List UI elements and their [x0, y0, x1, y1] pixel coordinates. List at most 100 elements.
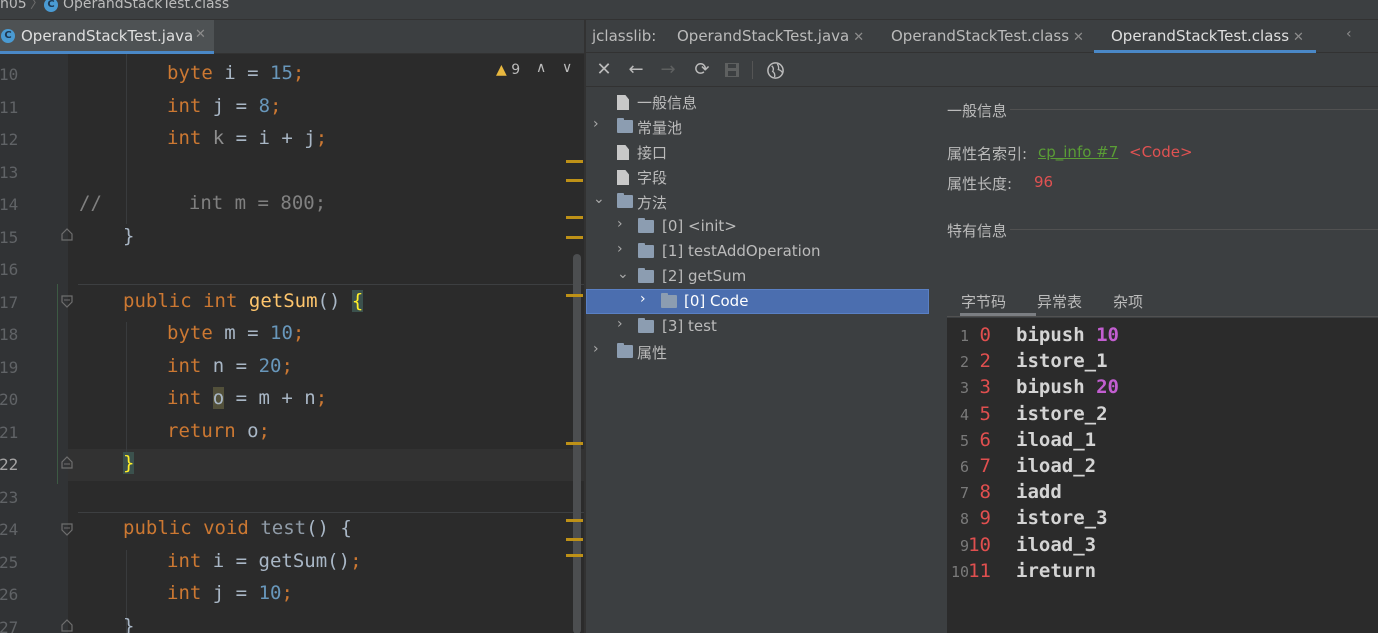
- tab-class-file-active[interactable]: OperandStackTest.class ✕: [1111, 27, 1304, 45]
- tree-node-general-info[interactable]: 一般信息: [598, 90, 928, 114]
- jclasslib-title: jclasslib:: [592, 27, 657, 45]
- bytecode-row[interactable]: 1 0 bipush 10: [947, 322, 1378, 348]
- tree-node-method-test-add-operation[interactable]: › [1] testAddOperation: [617, 240, 928, 264]
- code-line-24: public void test() {: [123, 517, 352, 539]
- bytecode-row[interactable]: 9 10 iload_3: [947, 532, 1378, 558]
- tree-node-method-test[interactable]: › [3] test: [617, 315, 928, 339]
- tree-node-method-init[interactable]: › [0] <init>: [617, 215, 928, 239]
- tree-node-label: 方法: [637, 194, 668, 212]
- close-icon[interactable]: ✕: [593, 59, 615, 81]
- bytecode-row[interactable]: 8 9 istore_3: [947, 505, 1378, 531]
- fold-start-icon[interactable]: [60, 294, 74, 308]
- keyword: int: [167, 355, 202, 377]
- bytecode-instruction: istore_1: [1016, 350, 1108, 372]
- line-number: 21: [0, 423, 19, 442]
- bytecode-row[interactable]: 3 3 bipush 20: [947, 374, 1378, 400]
- attr-length-value: 96: [1034, 173, 1054, 191]
- warning-stripe-marker[interactable]: [566, 160, 583, 163]
- tree-node-code-selected[interactable]: › [0] Code: [586, 289, 929, 314]
- expression: = getSum(): [224, 550, 351, 572]
- subtab-misc[interactable]: 杂项: [1113, 291, 1143, 312]
- tree-node-method-get-sum[interactable]: ⌄ [2] getSum: [617, 265, 928, 289]
- warning-stripe-marker[interactable]: [566, 554, 583, 557]
- chevron-up-icon[interactable]: ∧: [536, 60, 546, 76]
- warning-stripe-marker[interactable]: [566, 442, 583, 445]
- line-number: 19: [0, 358, 19, 377]
- subtab-exception-table[interactable]: 异常表: [1037, 291, 1082, 312]
- fold-end-icon[interactable]: [60, 619, 74, 633]
- refresh-icon[interactable]: ⟳: [691, 59, 713, 81]
- tab-class-file[interactable]: OperandStackTest.class ✕: [891, 27, 1084, 45]
- bytecode-row[interactable]: 10 11 ireturn: [947, 558, 1378, 584]
- bytecode-listing[interactable]: 1 0 bipush 10 2 2 istore_1 3 3 bipush 20 4 5 istore…: [947, 318, 1378, 633]
- tab-source-java[interactable]: OperandStackTest.java ✕: [677, 27, 864, 45]
- bytecode-row[interactable]: 6 7 iload_2: [947, 453, 1378, 479]
- web-globe-icon[interactable]: [766, 61, 785, 80]
- section-divider: [1010, 109, 1378, 110]
- keyword: public: [123, 517, 192, 539]
- chevron-down-icon[interactable]: ⌄: [617, 266, 631, 282]
- tab-overflow-icon[interactable]: ‹: [1346, 26, 1352, 42]
- fold-end-icon[interactable]: [60, 228, 74, 242]
- code-line-25: int i = getSum();: [167, 550, 362, 572]
- back-arrow-icon[interactable]: ←: [625, 59, 647, 81]
- chevron-right-icon[interactable]: ›: [617, 216, 631, 232]
- warning-stripe-marker[interactable]: [566, 236, 583, 239]
- keyword: return: [167, 420, 236, 442]
- breadcrumb-separator-icon: 〉: [30, 0, 44, 12]
- close-tab-icon[interactable]: ✕: [1293, 30, 1304, 45]
- tab-operand-stack-test-java[interactable]: C OperandStackTest.java ✕: [0, 20, 214, 54]
- bytecode-subtab-bar: 字节码 异常表 杂项: [947, 285, 1378, 317]
- save-icon[interactable]: [723, 61, 741, 79]
- cp-info-link[interactable]: cp_info #7: [1038, 143, 1118, 161]
- bytecode-row[interactable]: 5 6 iload_1: [947, 427, 1378, 453]
- semicolon: ;: [315, 127, 328, 149]
- line-number: 15: [0, 228, 19, 247]
- tree-node-methods[interactable]: ⌄ 方法: [593, 190, 928, 214]
- comment-marker: //: [79, 192, 102, 214]
- warning-stripe-marker[interactable]: [566, 294, 583, 297]
- breadcrumb-file[interactable]: OperandStackTest.class: [63, 0, 229, 11]
- line-number: 23: [0, 488, 19, 507]
- tree-node-label: 一般信息: [637, 94, 698, 112]
- jclasslib-tab-bar: jclasslib: OperandStackTest.java ✕ Operan…: [586, 20, 1378, 53]
- subtab-bytecode[interactable]: 字节码: [961, 291, 1006, 312]
- tree-node-interfaces[interactable]: 接口: [598, 140, 928, 164]
- chevron-down-icon[interactable]: ∨: [562, 60, 572, 76]
- code-line-21: return o;: [167, 420, 270, 442]
- line-number: 12: [0, 130, 19, 149]
- close-tab-icon[interactable]: ✕: [1073, 30, 1084, 45]
- chevron-down-icon[interactable]: ⌄: [593, 191, 607, 207]
- code-area[interactable]: ▲ 9 ∧ ∨ 10 11 12 13 14 15 16 17 18 19 20…: [0, 54, 584, 633]
- breadcrumb: h05 〉 C OperandStackTest.class: [0, 0, 1378, 20]
- tree-node-label: [2] getSum: [662, 267, 747, 285]
- breadcrumb-project[interactable]: h05: [0, 0, 27, 11]
- code-line-12: int k = i + j;: [167, 127, 327, 149]
- forward-arrow-icon[interactable]: →: [657, 59, 679, 81]
- code-line-20: int o = m + n;: [167, 387, 327, 409]
- tree-node-attributes[interactable]: › 属性: [593, 340, 928, 364]
- close-tab-icon[interactable]: ✕: [853, 30, 864, 45]
- tree-node-constant-pool[interactable]: › 常量池: [593, 115, 928, 139]
- fold-start-icon[interactable]: [60, 522, 74, 536]
- opcode: bipush: [1016, 376, 1085, 399]
- tree-node-fields[interactable]: 字段: [598, 165, 928, 189]
- bytecode-offset: 5: [979, 402, 991, 425]
- fold-end-icon[interactable]: [60, 456, 74, 470]
- warning-stripe-marker[interactable]: [566, 216, 583, 219]
- warning-stripe-marker[interactable]: [566, 519, 583, 522]
- line-number: 25: [0, 553, 19, 572]
- chevron-right-icon[interactable]: ›: [617, 316, 631, 332]
- warning-stripe-marker[interactable]: [566, 179, 583, 182]
- keyword: int: [167, 550, 202, 572]
- bytecode-row[interactable]: 7 8 iadd: [947, 479, 1378, 505]
- close-tab-icon[interactable]: ✕: [195, 27, 206, 42]
- chevron-right-icon[interactable]: ›: [593, 116, 607, 132]
- chevron-right-icon[interactable]: ›: [617, 241, 631, 257]
- bytecode-row[interactable]: 4 5 istore_2: [947, 401, 1378, 427]
- inspection-widget[interactable]: ▲ 9: [496, 62, 520, 78]
- bytecode-row[interactable]: 2 2 istore_1: [947, 348, 1378, 374]
- warning-stripe-marker[interactable]: [566, 538, 583, 541]
- chevron-right-icon[interactable]: ›: [640, 291, 654, 307]
- chevron-right-icon[interactable]: ›: [593, 341, 607, 357]
